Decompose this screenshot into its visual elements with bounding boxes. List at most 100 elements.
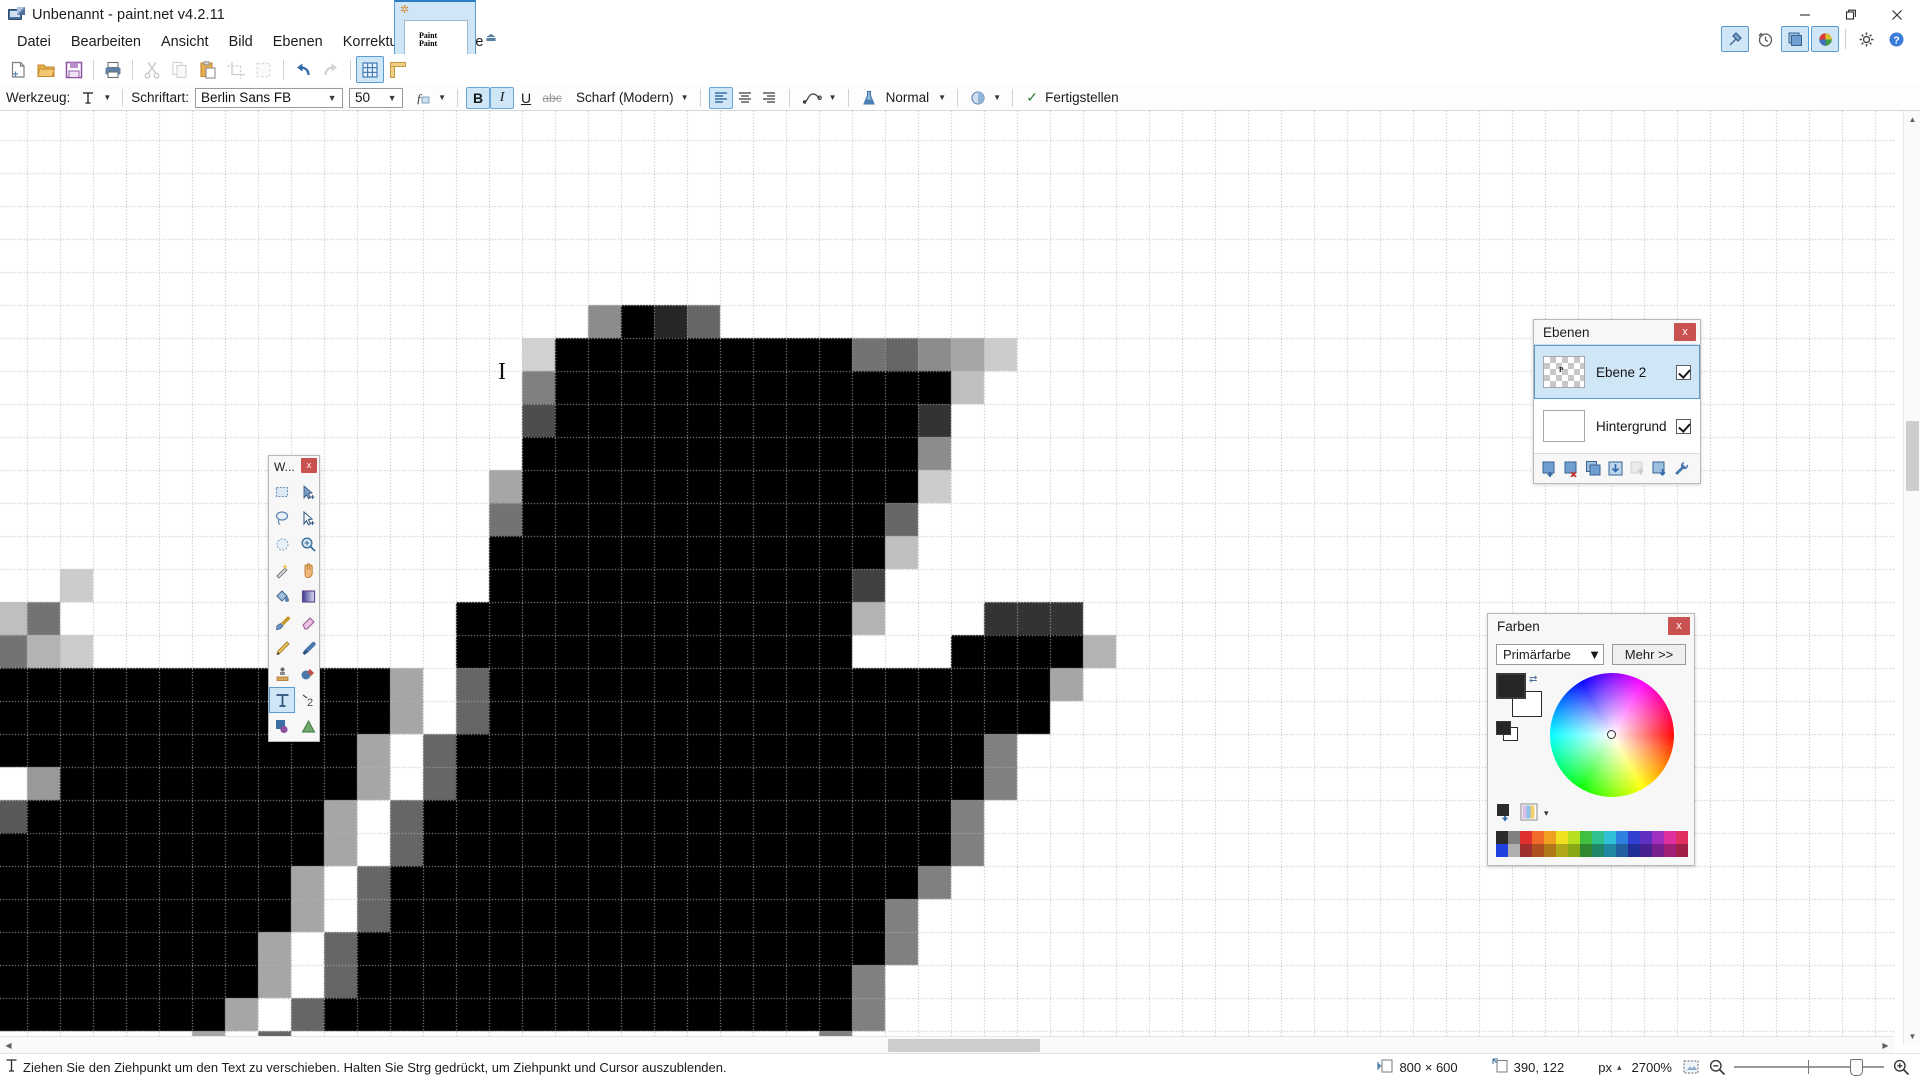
palette-row-1[interactable] (1496, 831, 1688, 844)
primary-color-swatch[interactable] (1496, 673, 1526, 699)
colors-toggle-icon[interactable] (1811, 26, 1839, 52)
vertical-scroll-thumb[interactable] (1906, 421, 1919, 491)
new-image-icon[interactable] (4, 56, 32, 83)
tools-toggle-icon[interactable] (1721, 26, 1749, 52)
palette-swatch[interactable] (1568, 844, 1580, 857)
palette-swatch[interactable] (1676, 844, 1688, 857)
pan-tool[interactable] (295, 557, 321, 583)
units-dropdown-icon[interactable]: ▴ (1617, 1062, 1622, 1073)
palette-swatch[interactable] (1628, 844, 1640, 857)
eraser-tool[interactable] (295, 609, 321, 635)
tab-overflow-icon[interactable]: ⏏ (482, 28, 500, 46)
layer-visibility-checkbox[interactable] (1676, 364, 1691, 380)
toggle-grid-icon[interactable] (356, 56, 384, 83)
move-selection-tool[interactable] (295, 505, 321, 531)
more-colors-button[interactable]: Mehr >> (1612, 644, 1686, 665)
move-layer-down-icon[interactable] (1650, 459, 1669, 478)
text-tool[interactable] (269, 687, 295, 713)
palette-swatch[interactable] (1652, 831, 1664, 844)
palette-swatch[interactable] (1520, 844, 1532, 857)
tool-dropdown-icon[interactable]: ▼ (100, 93, 114, 102)
palette-swatch[interactable] (1496, 844, 1508, 857)
layer-properties-icon[interactable] (1672, 459, 1691, 478)
reset-primary-swatch[interactable] (1496, 721, 1511, 735)
zoom-slider-knob[interactable] (1850, 1059, 1863, 1076)
layer-visibility-checkbox[interactable] (1676, 418, 1691, 434)
palette-swatch[interactable] (1628, 831, 1640, 844)
palette-swatch[interactable] (1580, 831, 1592, 844)
palette-swatch[interactable] (1592, 831, 1604, 844)
layers-toggle-icon[interactable] (1781, 26, 1809, 52)
units-group[interactable]: px ▴ (1598, 1060, 1621, 1075)
palette-swatch[interactable] (1616, 831, 1628, 844)
zoom-tool[interactable] (295, 531, 321, 557)
layer-row[interactable]: Hintergrund (1534, 399, 1700, 453)
palette-swatch[interactable] (1496, 831, 1508, 844)
menu-datei[interactable]: Datei (7, 31, 61, 53)
ellipse-select-tool[interactable] (269, 531, 295, 557)
blend-dropdown-icon[interactable]: ▼ (935, 93, 949, 102)
cut-icon[interactable] (138, 56, 166, 83)
alpha-blend-icon[interactable] (966, 87, 990, 109)
menu-ansicht[interactable]: Ansicht (151, 31, 219, 53)
palette-swatch[interactable] (1532, 831, 1544, 844)
alpha-dropdown-icon[interactable]: ▼ (990, 93, 1004, 102)
deselect-icon[interactable] (250, 56, 278, 83)
color-wheel-marker[interactable] (1607, 730, 1616, 739)
strikethrough-button[interactable]: abc (538, 87, 566, 109)
print-icon[interactable] (99, 56, 127, 83)
palette-swatch[interactable] (1544, 831, 1556, 844)
palette-swatch[interactable] (1508, 831, 1520, 844)
paintbrush-tool[interactable] (269, 609, 295, 635)
palette-swatch[interactable] (1580, 844, 1592, 857)
clone-stamp-tool[interactable] (269, 661, 295, 687)
horizontal-scroll-thumb[interactable] (888, 1039, 1040, 1052)
crop-to-selection-icon[interactable] (222, 56, 250, 83)
undo-icon[interactable] (289, 56, 317, 83)
fit-to-window-icon[interactable] (1682, 1059, 1700, 1075)
layer-row[interactable]: P Ebene 2 (1534, 345, 1700, 399)
font-size-combo[interactable]: 50 ▼ (349, 87, 404, 108)
zoom-in-icon[interactable] (1892, 1058, 1910, 1076)
palette-swatch[interactable] (1664, 831, 1676, 844)
pencil-tool[interactable] (269, 635, 295, 661)
palette-swatch[interactable] (1532, 844, 1544, 857)
curve-style-icon[interactable] (798, 87, 826, 109)
gradient-tool[interactable] (295, 583, 321, 609)
palette-swatch[interactable] (1508, 844, 1520, 857)
palette-swatch[interactable] (1676, 831, 1688, 844)
bold-button[interactable]: B (466, 86, 491, 109)
palette-swatch[interactable] (1604, 831, 1616, 844)
horizontal-scrollbar[interactable]: ◀ ▶ (0, 1036, 1894, 1053)
scroll-down-icon[interactable]: ▼ (1904, 1028, 1920, 1045)
palette-dropdown-icon[interactable]: ▾ (1544, 808, 1549, 819)
duplicate-layer-icon[interactable] (1584, 459, 1603, 478)
save-image-icon[interactable] (60, 56, 88, 83)
menu-ebenen[interactable]: Ebenen (263, 31, 333, 53)
shapes-tool[interactable] (269, 713, 295, 739)
palette-swatch[interactable] (1640, 844, 1652, 857)
gear-icon[interactable] (1852, 26, 1880, 52)
add-layer-icon[interactable] (1540, 459, 1559, 478)
scroll-left-icon[interactable]: ◀ (0, 1037, 17, 1054)
align-left-button[interactable] (708, 86, 733, 109)
curve-dropdown-icon[interactable]: ▼ (826, 93, 840, 102)
menu-bild[interactable]: Bild (219, 31, 263, 53)
scroll-up-icon[interactable]: ▲ (1904, 111, 1920, 128)
paint-bucket-tool[interactable] (269, 583, 295, 609)
menu-bearbeiten[interactable]: Bearbeiten (61, 31, 151, 53)
redo-icon[interactable] (317, 56, 345, 83)
vertical-scrollbar[interactable]: ▲ ▼ (1903, 111, 1920, 1045)
blend-mode-icon[interactable] (857, 87, 881, 109)
palette-icon[interactable] (1520, 803, 1538, 824)
colors-panel-close-button[interactable]: x (1668, 617, 1690, 635)
palette-swatch[interactable] (1652, 844, 1664, 857)
palette-swatch[interactable] (1592, 844, 1604, 857)
color-mode-combo[interactable]: Primärfarbe ▼ (1496, 644, 1604, 665)
align-right-button[interactable] (757, 87, 781, 109)
color-picker-tool[interactable] (295, 635, 321, 661)
palette-row-2[interactable] (1496, 844, 1688, 857)
palette-swatch[interactable] (1664, 844, 1676, 857)
finish-label[interactable]: Fertigstellen (1045, 90, 1119, 105)
palette-swatch[interactable] (1604, 844, 1616, 857)
